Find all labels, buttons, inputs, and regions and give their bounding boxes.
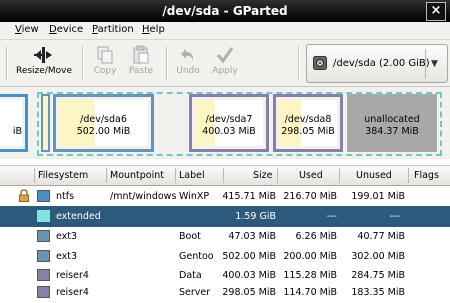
resize-move-label: Resize/Move — [15, 66, 72, 76]
resize-move-button[interactable]: Resize/Move — [15, 44, 73, 84]
device-label: /dev/sda (2.00 GiB) — [333, 58, 430, 69]
title-bar: /dev/sda - GParted × — [0, 0, 450, 22]
menu-view[interactable]: View — [15, 24, 39, 35]
cell-unused: 40.77 MiB — [357, 231, 405, 242]
column-size[interactable]: Size — [253, 170, 273, 181]
dropdown-arrow-icon: ▼ — [431, 59, 438, 69]
cell-label: Gentoo — [179, 251, 214, 262]
table-row[interactable]: ext3 Gentoo 502.00 MiB 200.00 MiB 302.00… — [0, 246, 450, 267]
menu-device-rest: evice — [56, 24, 84, 35]
window-title: /dev/sda - GParted — [162, 4, 288, 18]
combo-separator — [425, 49, 426, 78]
cell-used: 6.26 MiB — [295, 231, 337, 242]
cell-used: 115.28 MiB — [283, 270, 337, 281]
filesystem-color-swatch — [37, 210, 50, 222]
paste-label: Paste — [128, 66, 154, 76]
cell-size: 47.03 MiB — [228, 231, 276, 242]
cell-size: 415.71 MiB — [222, 191, 276, 202]
cell-unused: 284.75 MiB — [351, 270, 405, 281]
column-unused[interactable]: Unused — [356, 170, 392, 181]
toolbar-separator — [6, 46, 8, 80]
close-button[interactable]: × — [426, 2, 446, 21]
column-separator — [339, 168, 340, 183]
cell-filesystem: ext3 — [56, 231, 78, 242]
cell-filesystem: reiser4 — [56, 270, 89, 281]
column-flags[interactable]: Flags — [414, 170, 439, 181]
column-separator — [106, 168, 107, 183]
filesystem-color-swatch — [37, 190, 50, 202]
device-size: (2.00 GiB) — [379, 58, 430, 69]
filesystem-color-swatch — [37, 286, 50, 298]
menu-partition[interactable]: Partition — [92, 24, 134, 35]
cell-unused: --- — [389, 211, 400, 222]
toolbar-separator — [82, 46, 84, 80]
cell-unused: 183.35 MiB — [351, 287, 405, 298]
partition-size-label: iB — [12, 126, 22, 137]
cell-filesystem: reiser4 — [56, 287, 89, 298]
cell-unused: 302.00 MiB — [351, 251, 405, 262]
menu-help-rest: elp — [149, 24, 165, 35]
toolbar-separator — [166, 46, 168, 80]
toolbar-separator — [298, 46, 300, 80]
copy-label: Copy — [93, 66, 117, 76]
menu-bar: View Device Partition Help — [0, 22, 450, 40]
undo-icon — [181, 49, 194, 61]
menu-help[interactable]: Help — [142, 24, 165, 35]
cell-used: 216.70 MiB — [283, 191, 337, 202]
column-separator — [223, 168, 224, 183]
checkmark-icon — [216, 47, 234, 64]
filesystem-color-swatch — [37, 269, 50, 281]
partition-table-header: Filesystem Mountpoint Label Size Used Un… — [0, 165, 450, 186]
cell-filesystem: ext3 — [56, 251, 78, 262]
partition-fill — [0, 100, 22, 146]
cell-unused: 199.01 MiB — [351, 191, 405, 202]
cell-filesystem: extended — [56, 211, 101, 222]
paste-icon — [133, 45, 149, 64]
cell-size: 1.59 GiB — [235, 211, 276, 222]
cell-filesystem: ntfs — [56, 191, 75, 202]
column-separator — [34, 168, 35, 183]
column-mountpoint[interactable]: Mountpoint — [110, 170, 164, 181]
cell-label: WinXP — [179, 191, 210, 202]
table-row[interactable]: extended 1.59 GiB --- --- — [0, 206, 450, 227]
cell-label: Data — [179, 270, 202, 281]
copy-button[interactable]: Copy — [90, 44, 120, 84]
menu-device[interactable]: Device — [49, 24, 83, 35]
copy-icon — [97, 46, 113, 64]
paste-button[interactable]: Paste — [126, 44, 156, 84]
resize-move-icon — [34, 47, 52, 63]
undo-label: Undo — [176, 66, 200, 76]
column-filesystem[interactable]: Filesystem — [38, 170, 88, 181]
cell-size: 400.03 MiB — [222, 270, 276, 281]
device-path: /dev/sda — [333, 58, 376, 69]
lock-icon — [19, 189, 29, 202]
column-separator — [277, 168, 278, 183]
toolbar: Resize/Move Copy Paste Undo Apply /dev/s… — [0, 40, 450, 87]
filesystem-color-swatch — [37, 250, 50, 262]
cell-label: Server — [179, 287, 211, 298]
partition-block-ntfs[interactable]: iB — [0, 94, 28, 152]
cell-size: 298.05 MiB — [222, 287, 276, 298]
table-row[interactable]: ext3 Boot 47.03 MiB 6.26 MiB 40.77 MiB — [0, 226, 450, 247]
cell-label: Boot — [179, 231, 201, 242]
apply-button[interactable]: Apply — [210, 44, 240, 84]
column-label[interactable]: Label — [179, 170, 205, 181]
apply-label: Apply — [212, 66, 238, 76]
column-used[interactable]: Used — [299, 170, 323, 181]
extended-partition-outline — [37, 92, 442, 156]
hard-disk-icon — [313, 56, 327, 70]
device-selector[interactable]: /dev/sda (2.00 GiB) ▼ — [306, 44, 448, 83]
column-separator — [408, 168, 409, 183]
cell-used: 114.70 MiB — [283, 287, 337, 298]
cell-used: 200.00 MiB — [283, 251, 337, 262]
cell-size: 502.00 MiB — [222, 251, 276, 262]
cell-mountpoint: /mnt/windows — [110, 191, 177, 202]
undo-button[interactable]: Undo — [174, 44, 202, 84]
menu-view-rest: iew — [21, 24, 39, 35]
cell-used: --- — [326, 211, 337, 222]
table-row[interactable]: ntfs /mnt/windows WinXP 415.71 MiB 216.7… — [0, 186, 450, 207]
filesystem-color-swatch — [37, 230, 50, 242]
menu-partition-rest: artition — [97, 24, 134, 35]
column-separator — [175, 168, 176, 183]
